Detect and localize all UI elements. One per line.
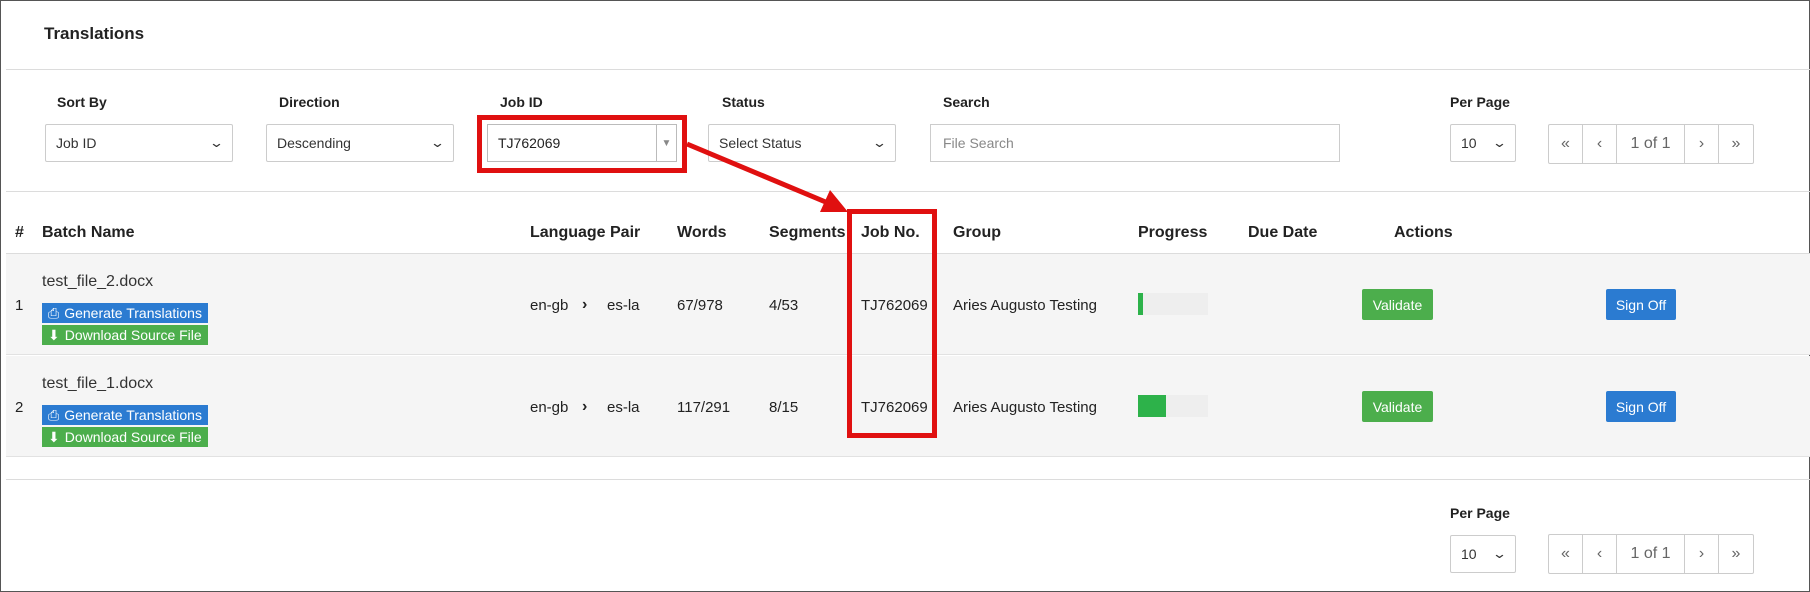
progress-fill xyxy=(1138,395,1166,417)
chevron-down-icon: ⌄ xyxy=(1491,135,1508,150)
row-number: 2 xyxy=(15,399,24,416)
download-icon: ⬇ xyxy=(48,326,60,343)
per-page-value: 10 xyxy=(1461,546,1477,562)
header-actions: Actions xyxy=(1394,224,1453,241)
highlight-box-job-no-column xyxy=(847,209,937,438)
highlight-box-job-id-filter xyxy=(477,115,687,173)
header-due-date: Due Date xyxy=(1248,224,1318,241)
sign-off-button[interactable]: Sign Off xyxy=(1606,289,1676,320)
chevron-down-icon: ⌄ xyxy=(429,135,446,150)
sign-off-button[interactable]: Sign Off xyxy=(1606,391,1676,422)
chevron-down-icon: ⌄ xyxy=(1491,546,1508,561)
generate-translations-button[interactable]: ⎙ Generate Translations xyxy=(42,405,208,425)
sort-by-select[interactable]: Job ID ⌄ xyxy=(45,124,233,162)
per-page-label: Per Page xyxy=(1450,94,1510,110)
next-page-button[interactable]: › xyxy=(1685,535,1719,573)
row-number: 1 xyxy=(15,297,24,314)
target-language: es-la xyxy=(607,297,640,314)
next-page-button[interactable]: › xyxy=(1685,125,1719,163)
divider xyxy=(6,69,1810,70)
validate-button[interactable]: Validate xyxy=(1362,391,1433,422)
source-language: en-gb xyxy=(530,399,569,416)
header-progress: Progress xyxy=(1138,224,1208,241)
progress-bar xyxy=(1138,293,1208,315)
words-count: 117/291 xyxy=(677,399,731,416)
prev-page-button[interactable]: ‹ xyxy=(1583,535,1617,573)
per-page-label-bottom: Per Page xyxy=(1450,505,1510,521)
print-icon: ⎙ xyxy=(48,406,60,423)
target-language: es-la xyxy=(607,399,640,416)
progress-bar xyxy=(1138,395,1208,417)
header-batch-name: Batch Name xyxy=(42,224,135,241)
page-info: 1 of 1 xyxy=(1617,125,1685,163)
direction-value: Descending xyxy=(277,135,351,151)
header-segments: Segments xyxy=(769,224,846,241)
status-label: Status xyxy=(722,94,765,110)
header-words: Words xyxy=(677,224,727,241)
chevron-down-icon: ⌄ xyxy=(208,135,225,150)
progress-fill xyxy=(1138,293,1143,315)
header-language-pair: Language Pair xyxy=(530,224,641,241)
group-name: Aries Augusto Testing xyxy=(953,297,1097,314)
download-source-file-button[interactable]: ⬇ Download Source File xyxy=(42,427,208,447)
search-label: Search xyxy=(943,94,990,110)
source-language: en-gb xyxy=(530,297,569,314)
pagination-top: « ‹ 1 of 1 › » xyxy=(1548,124,1754,164)
print-icon: ⎙ xyxy=(48,304,60,321)
direction-select[interactable]: Descending ⌄ xyxy=(266,124,454,162)
validate-button[interactable]: Validate xyxy=(1362,289,1433,320)
chevron-down-icon: ⌄ xyxy=(871,135,888,150)
header-group: Group xyxy=(953,224,1001,241)
header-num: # xyxy=(15,224,24,241)
per-page-select-top[interactable]: 10 ⌄ xyxy=(1450,124,1516,162)
per-page-value: 10 xyxy=(1461,135,1477,151)
download-source-file-button[interactable]: ⬇ Download Source File xyxy=(42,325,208,345)
file-name: test_file_1.docx xyxy=(42,375,154,392)
generate-translations-label: Generate Translations xyxy=(64,305,202,321)
file-name: test_file_2.docx xyxy=(42,273,154,290)
chevron-right-icon: › xyxy=(582,296,588,313)
generate-translations-button[interactable]: ⎙ Generate Translations xyxy=(42,303,208,323)
prev-page-button[interactable]: ‹ xyxy=(1583,125,1617,163)
divider xyxy=(6,191,1810,192)
segments-count: 4/53 xyxy=(769,297,799,314)
last-page-button[interactable]: » xyxy=(1719,535,1753,573)
segments-count: 8/15 xyxy=(769,399,799,416)
status-value: Select Status xyxy=(719,135,802,151)
job-id-label: Job ID xyxy=(500,94,543,110)
words-count: 67/978 xyxy=(677,297,723,314)
group-name: Aries Augusto Testing xyxy=(953,399,1097,416)
sort-by-value: Job ID xyxy=(56,135,97,151)
download-source-file-label: Download Source File xyxy=(64,327,202,343)
generate-translations-label: Generate Translations xyxy=(64,407,202,423)
last-page-button[interactable]: » xyxy=(1719,125,1753,163)
per-page-select-bottom[interactable]: 10 ⌄ xyxy=(1450,535,1516,573)
status-select[interactable]: Select Status ⌄ xyxy=(708,124,896,162)
page-title: Translations xyxy=(44,24,145,43)
chevron-right-icon: › xyxy=(582,398,588,415)
first-page-button[interactable]: « xyxy=(1549,125,1583,163)
download-source-file-label: Download Source File xyxy=(64,429,202,445)
page-info: 1 of 1 xyxy=(1617,535,1685,573)
search-input[interactable]: File Search xyxy=(930,124,1340,162)
first-page-button[interactable]: « xyxy=(1549,535,1583,573)
divider xyxy=(6,479,1810,480)
direction-label: Direction xyxy=(279,94,340,110)
pagination-bottom: « ‹ 1 of 1 › » xyxy=(1548,534,1754,574)
sort-by-label: Sort By xyxy=(57,94,107,110)
download-icon: ⬇ xyxy=(48,428,60,445)
